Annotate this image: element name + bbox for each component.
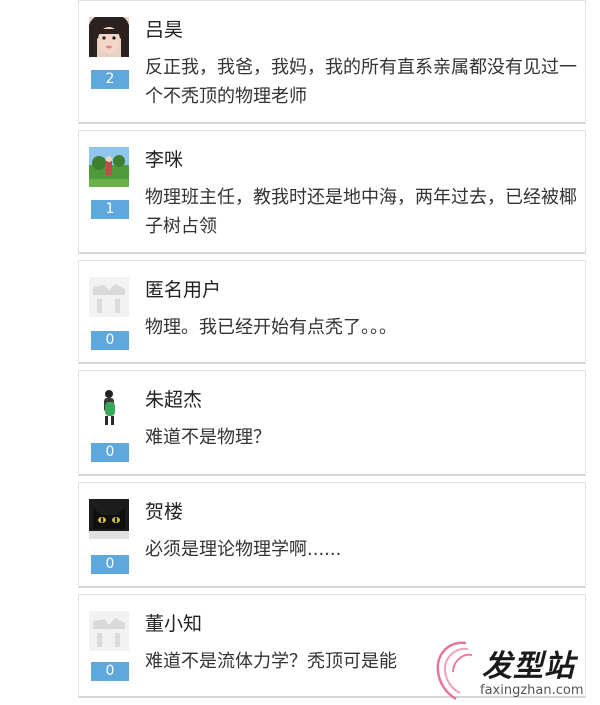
comment-text: 物理。我已经开始有点秃了。。。 xyxy=(145,317,397,338)
woman-profile-logo-icon xyxy=(436,641,473,701)
username[interactable]: 匿名用户 xyxy=(145,275,221,302)
anime-landscape-avatar[interactable] xyxy=(89,147,129,187)
watermark-logo-text: 发型站 xyxy=(482,649,575,684)
username[interactable]: 李咪 xyxy=(145,145,183,172)
likes-count-badge[interactable]: 1 xyxy=(91,200,129,219)
watermark-domain: faxingzhan.com xyxy=(480,683,584,698)
comment-feed: 2 吕昊 反正我，我爸，我妈，我的所有直系亲属都没有见过一个不秃顶的物理老师 1… xyxy=(78,0,588,705)
comment-card: 1 李咪 物理班主任，教我时还是地中海，两年过去，已经被椰子树占领 xyxy=(78,130,586,254)
likes-count-badge[interactable]: 0 xyxy=(91,443,129,462)
site-watermark: 发型站 faxingzhan.com xyxy=(428,635,598,705)
girl-photo-avatar[interactable] xyxy=(89,17,129,57)
comment-card: 0 贺楼 必须是理论物理学啊...... xyxy=(78,482,586,588)
default-avatar[interactable] xyxy=(89,277,129,317)
comment-card: 0 匿名用户 物理。我已经开始有点秃了。。。 xyxy=(78,260,586,364)
username[interactable]: 贺楼 xyxy=(145,497,183,524)
username[interactable]: 吕昊 xyxy=(145,15,183,42)
comment-text: 必须是理论物理学啊...... xyxy=(145,539,342,560)
likes-count-badge[interactable]: 0 xyxy=(91,662,129,681)
default-avatar[interactable] xyxy=(89,611,129,651)
comment-text: 反正我，我爸，我妈，我的所有直系亲属都没有见过一个不秃顶的物理老师 xyxy=(145,57,577,107)
comment-card: 2 吕昊 反正我，我爸，我妈，我的所有直系亲属都没有见过一个不秃顶的物理老师 xyxy=(78,0,586,124)
username[interactable]: 董小知 xyxy=(145,609,202,636)
black-cat-avatar[interactable] xyxy=(89,499,129,539)
likes-count-badge[interactable]: 0 xyxy=(91,555,129,574)
comment-text: 物理班主任，教我时还是地中海，两年过去，已经被椰子树占领 xyxy=(145,187,577,237)
backpack-person-avatar[interactable] xyxy=(89,387,129,427)
likes-count-badge[interactable]: 2 xyxy=(91,70,129,89)
comment-text: 难道不是物理？ xyxy=(145,427,271,448)
likes-count-badge[interactable]: 0 xyxy=(91,331,129,350)
comment-card: 0 朱超杰 难道不是物理？ xyxy=(78,370,586,476)
username[interactable]: 朱超杰 xyxy=(145,385,202,412)
